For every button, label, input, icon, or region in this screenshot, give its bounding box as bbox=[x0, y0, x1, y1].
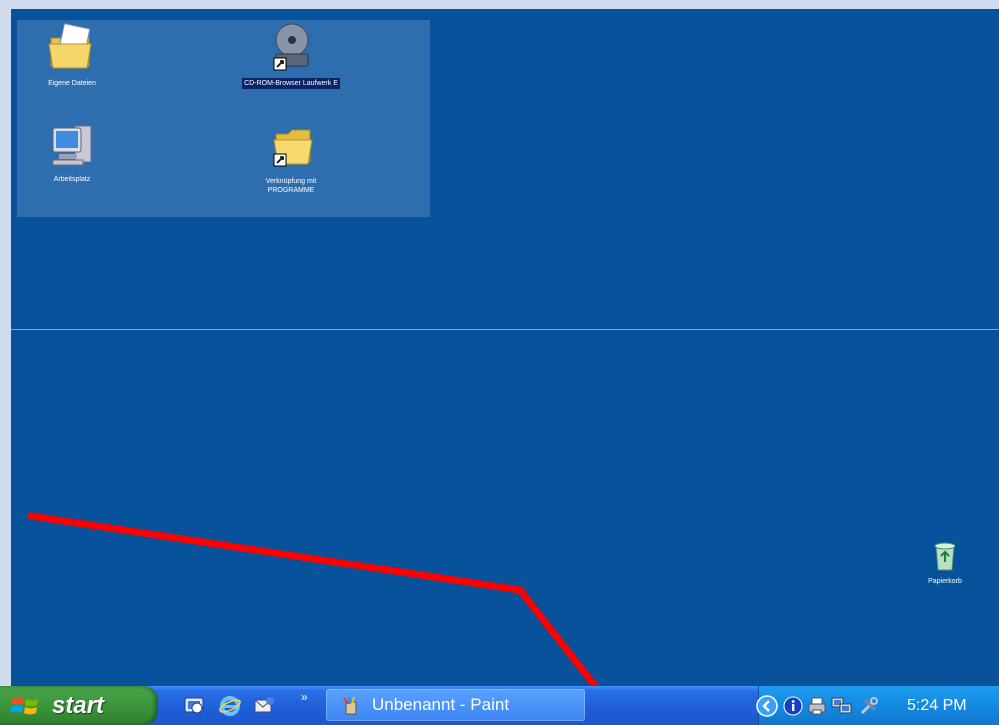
show-hidden-icons-icon[interactable] bbox=[755, 694, 779, 718]
taskbar-button-label: Unbenannt - Paint bbox=[372, 695, 510, 714]
tools-icon[interactable] bbox=[859, 696, 879, 716]
start-button[interactable]: start bbox=[0, 686, 158, 725]
quick-launch-chevron[interactable]: » bbox=[301, 690, 308, 704]
windows-logo-icon bbox=[10, 697, 38, 715]
start-label: start bbox=[52, 692, 105, 719]
taskbar-button-paint[interactable]: Unbenannt - Paint bbox=[326, 689, 585, 721]
show-desktop-icon[interactable] bbox=[182, 694, 206, 718]
system-tray: 5:24 PM bbox=[755, 686, 999, 725]
paint-icon bbox=[343, 696, 357, 715]
info-icon[interactable] bbox=[783, 696, 803, 716]
taskbar-clock[interactable]: 5:24 PM bbox=[907, 686, 967, 725]
internet-explorer-icon[interactable] bbox=[218, 694, 242, 718]
network-icon[interactable] bbox=[831, 696, 853, 716]
outlook-express-icon[interactable] bbox=[252, 694, 276, 718]
printer-icon[interactable] bbox=[807, 696, 827, 716]
taskbar: start » Unbenannt - Paint 5:24 PM bbox=[0, 686, 999, 725]
annotation-arrow bbox=[27, 512, 624, 716]
